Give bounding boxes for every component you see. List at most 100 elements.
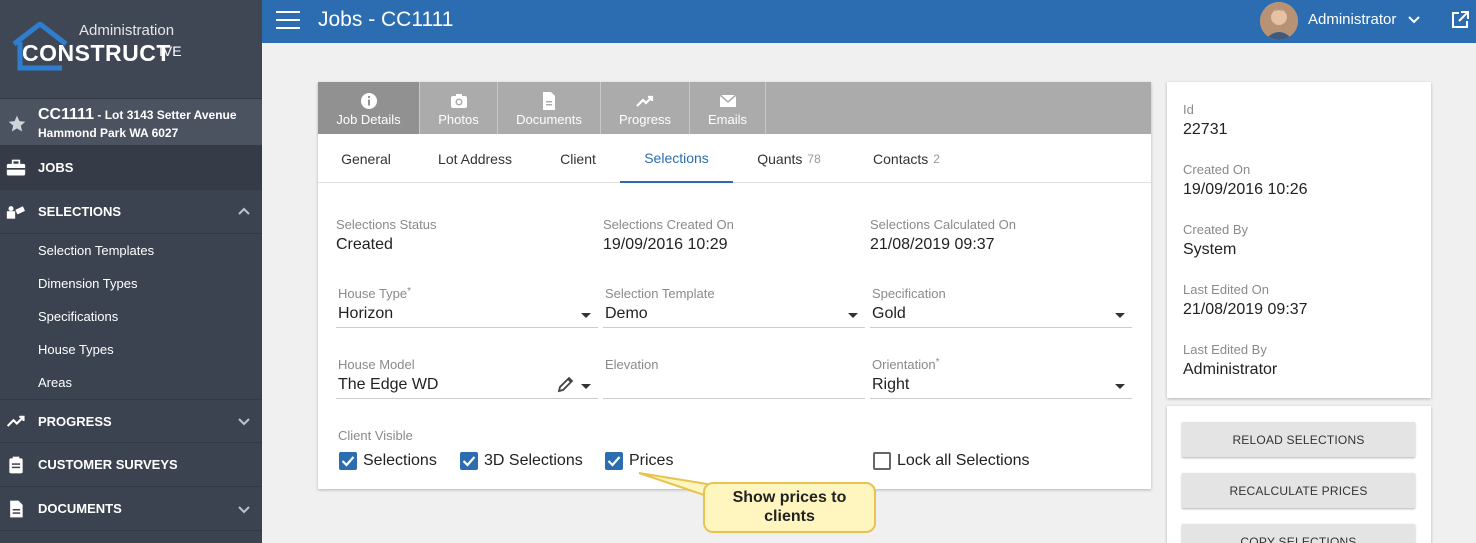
copy-selections-button[interactable]: COPY SELECTIONS	[1182, 524, 1415, 543]
current-job-address-line2: Hammond Park WA 6027	[38, 126, 179, 140]
created-on-value: 19/09/2016 10:26	[1183, 181, 1308, 198]
current-job-code: CC1111 - Lot 3143 Setter Avenue	[38, 106, 237, 123]
sidebar-item-customer-surveys[interactable]: CUSTOMER SURVEYS	[0, 443, 262, 487]
selections-created-label: Selections Created On	[603, 217, 734, 232]
prices-checkbox[interactable]	[605, 452, 623, 470]
sidebar-subitem-selection-templates[interactable]: Selection Templates	[0, 234, 262, 267]
tab-job-details[interactable]: Job Details	[318, 82, 420, 134]
3d-selections-checkbox[interactable]	[460, 452, 478, 470]
subtab-contacts[interactable]: Contacts 2	[863, 134, 950, 183]
callout-line1: Show prices to	[732, 489, 847, 506]
sidebar-subitem-areas[interactable]: Areas	[0, 366, 262, 399]
sidebar-item-label: PROGRESS	[38, 413, 112, 429]
actions-card: RELOAD SELECTIONS RECALCULATE PRICES COP…	[1167, 406, 1431, 543]
house-model-label: House Model	[338, 357, 415, 372]
lock-all-selections-label[interactable]: Lock all Selections	[897, 452, 1030, 470]
user-menu[interactable]: Administrator	[1308, 11, 1396, 28]
sidebar-item-progress[interactable]: PROGRESS	[0, 399, 262, 443]
sidebar-item-label: SELECTIONS	[38, 204, 122, 219]
current-job-item[interactable]: CC1111 - Lot 3143 Setter Avenue Hammond …	[0, 98, 262, 146]
logo-text: CONSTRUCT	[22, 40, 171, 66]
subtab-client[interactable]: Client	[548, 134, 608, 183]
subtab-label: General	[341, 150, 391, 167]
selection-template-label: Selection Template	[605, 286, 715, 301]
house-type-underline	[336, 327, 598, 328]
house-type-dropdown-icon[interactable]	[581, 313, 591, 318]
selections-checkbox-label[interactable]: Selections	[363, 452, 437, 470]
subtab-quants[interactable]: Quants 78	[743, 134, 835, 183]
avatar[interactable]	[1260, 2, 1298, 40]
tab-label: Job Details	[336, 112, 401, 127]
tab-progress[interactable]: Progress	[601, 82, 690, 134]
selection-template-select[interactable]: Demo	[605, 305, 648, 323]
job-card: Job Details Photos Documents Progress Em…	[318, 82, 1151, 489]
specification-dropdown-icon[interactable]	[1115, 313, 1125, 318]
specification-select[interactable]: Gold	[872, 305, 906, 323]
specification-label: Specification	[872, 286, 946, 301]
sidebar-item-selections[interactable]: SELECTIONS	[0, 190, 262, 234]
last-edited-by-label: Last Edited By	[1183, 342, 1267, 357]
house-model-dropdown-icon[interactable]	[581, 384, 591, 389]
subtab-label: Client	[560, 150, 596, 167]
house-type-label: House Type*	[338, 286, 412, 301]
specification-underline	[870, 327, 1132, 328]
lock-all-selections-checkbox[interactable]	[873, 452, 891, 470]
last-edited-on-value: 21/08/2019 09:37	[1183, 301, 1308, 318]
camera-icon	[450, 94, 467, 108]
edit-pencil-icon[interactable]	[557, 375, 575, 393]
sidebar-item-documents[interactable]: DOCUMENTS	[0, 487, 262, 531]
document-icon	[10, 500, 23, 517]
callout-line2: clients	[764, 508, 815, 525]
menu-icon[interactable]	[276, 11, 300, 31]
chevron-down-icon	[238, 418, 250, 426]
check-icon	[607, 456, 621, 467]
tab-emails[interactable]: Emails	[690, 82, 766, 134]
orientation-dropdown-icon[interactable]	[1115, 384, 1125, 389]
chevron-down-icon	[238, 505, 250, 513]
logo[interactable]: Administration CONSTRUCT IVE	[0, 0, 262, 98]
trending-up-icon	[636, 95, 654, 107]
tab-label: Emails	[707, 112, 747, 127]
sidebar-subitem-dimension-types[interactable]: Dimension Types	[0, 267, 262, 300]
sidebar-item-label: CUSTOMER SURVEYS	[38, 457, 178, 472]
house-model-select[interactable]: The Edge WD	[338, 376, 438, 394]
subtab-lot-address[interactable]: Lot Address	[428, 134, 522, 183]
id-label: Id	[1183, 102, 1194, 117]
page-title: Jobs - CC1111	[318, 8, 454, 31]
sidebar-item-jobs[interactable]: JOBS	[0, 146, 262, 190]
tab-documents[interactable]: Documents	[498, 82, 601, 134]
chevron-down-icon[interactable]	[1408, 15, 1420, 25]
orientation-label: Orientation*	[872, 357, 940, 372]
last-edited-on-label: Last Edited On	[1183, 282, 1269, 297]
subtab-label: Contacts	[873, 150, 929, 167]
tab-photos[interactable]: Photos	[420, 82, 498, 134]
selections-calculated-value: 21/08/2019 09:37	[870, 236, 995, 253]
prices-checkbox-label[interactable]: Prices	[629, 452, 673, 470]
selection-template-dropdown-icon[interactable]	[848, 313, 858, 318]
subtab-general[interactable]: General	[318, 134, 414, 183]
sidebar-subitem-house-types[interactable]: House Types	[0, 333, 262, 366]
orientation-underline	[870, 398, 1132, 399]
document-icon	[543, 92, 555, 110]
reload-selections-button[interactable]: RELOAD SELECTIONS	[1182, 422, 1415, 457]
selections-checkbox[interactable]	[339, 452, 357, 470]
open-external-icon[interactable]	[1450, 10, 1470, 30]
job-tabbar: Job Details Photos Documents Progress Em…	[318, 82, 1151, 134]
subtab-selections[interactable]: Selections	[620, 134, 733, 183]
selections-submenu: Selection Templates Dimension Types Spec…	[0, 234, 262, 399]
selections-icon	[6, 205, 25, 219]
sidebar-item-label: DOCUMENTS	[38, 501, 122, 516]
trending-up-icon	[6, 415, 25, 427]
recalculate-prices-button[interactable]: RECALCULATE PRICES	[1182, 473, 1415, 508]
3d-selections-checkbox-label[interactable]: 3D Selections	[484, 452, 583, 470]
client-visible-label: Client Visible	[338, 428, 413, 443]
contacts-count: 2	[933, 151, 940, 166]
tab-label: Documents	[516, 112, 582, 127]
orientation-select[interactable]: Right	[872, 376, 909, 394]
sidebar-subitem-specifications[interactable]: Specifications	[0, 300, 262, 333]
sidebar: Administration CONSTRUCT IVE CC1111 - Lo…	[0, 0, 262, 543]
selections-status-value: Created	[336, 236, 393, 253]
mail-icon	[719, 94, 736, 107]
house-type-select[interactable]: Horizon	[338, 305, 393, 323]
house-model-underline	[336, 398, 598, 399]
